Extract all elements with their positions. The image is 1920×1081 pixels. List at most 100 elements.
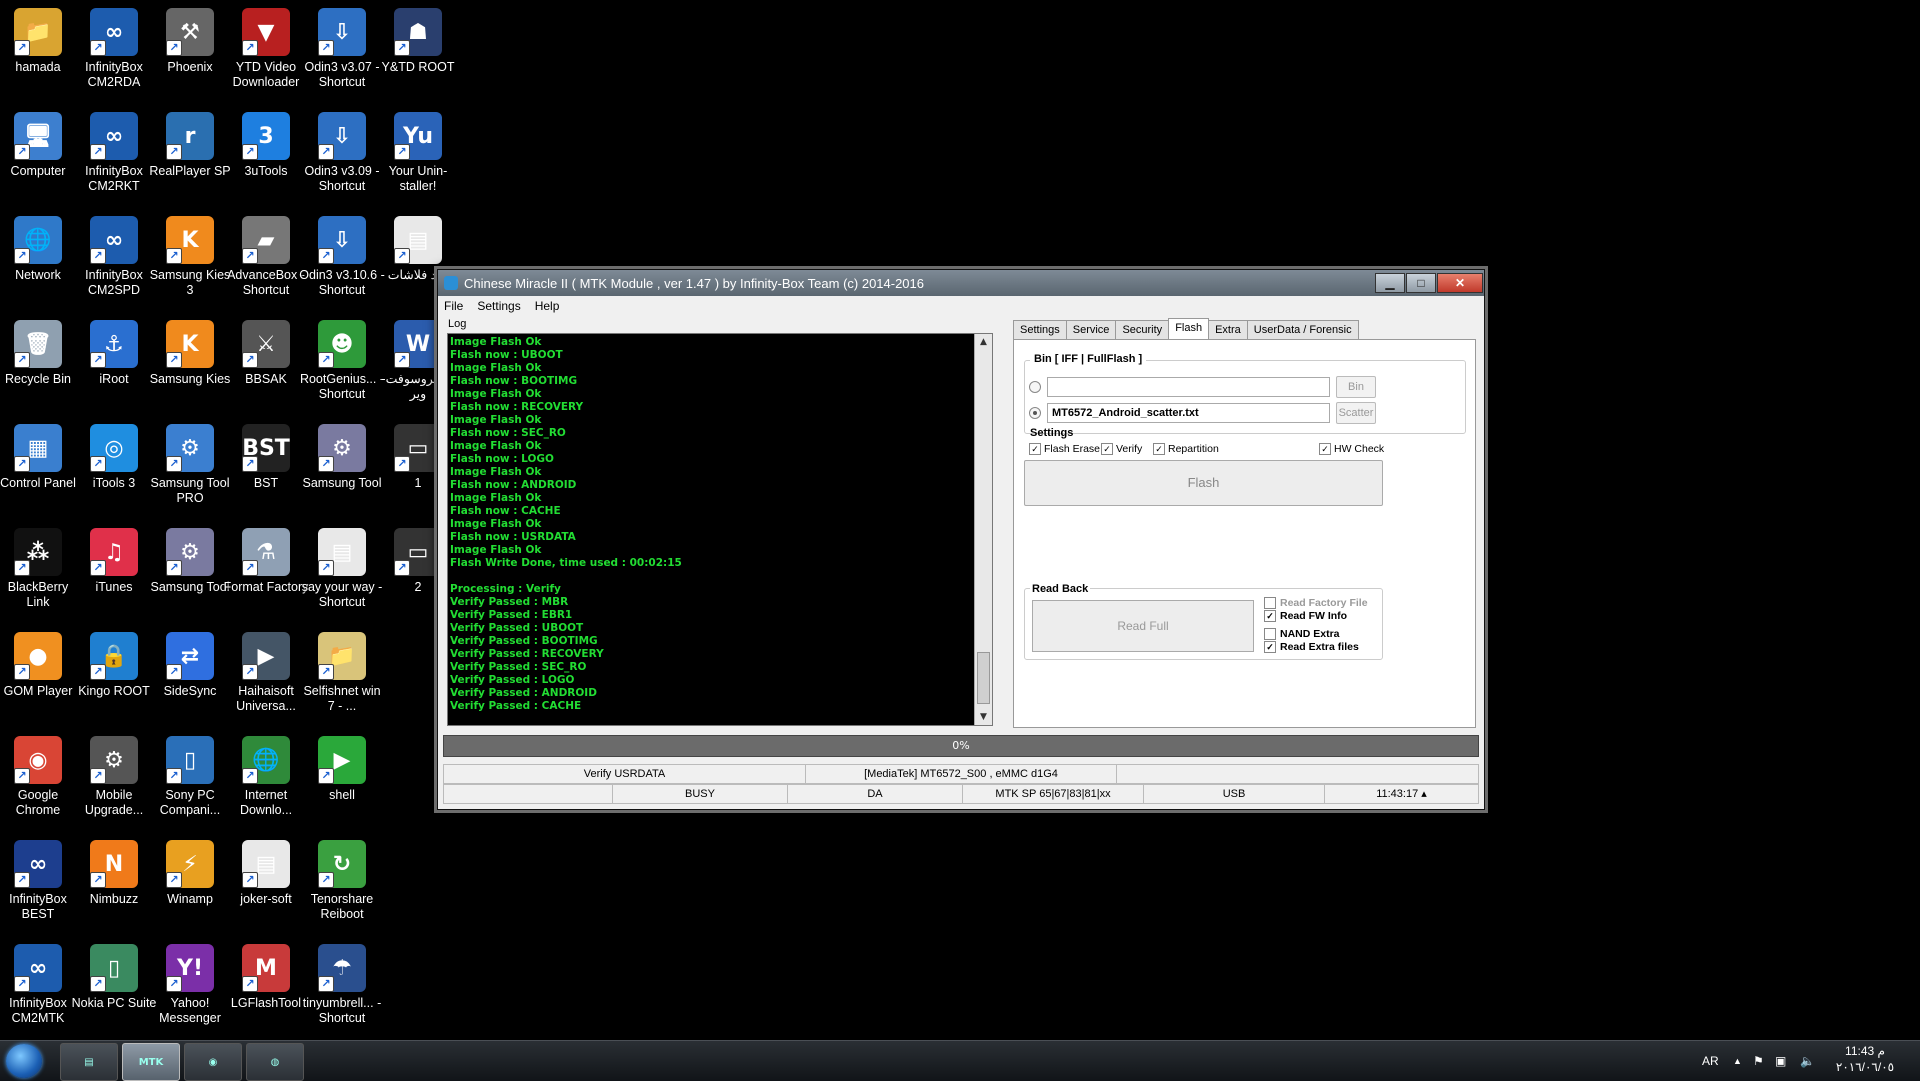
desktop-icon[interactable]: ▯ ↗ Sony PC Compani... (147, 732, 233, 832)
tab-security[interactable]: Security (1115, 320, 1170, 339)
desktop-icon[interactable]: 📁 ↗ hamada (0, 4, 81, 104)
kies-icon: K ↗ (166, 320, 214, 368)
language-indicator[interactable]: AR (1702, 1041, 1719, 1081)
desktop-icon[interactable]: ⚙ ↗ Samsung Tool (147, 524, 233, 624)
read-factory-file-checkbox[interactable]: Read Factory File (1264, 597, 1368, 609)
tab-flash[interactable]: Flash (1168, 318, 1210, 341)
minimize-button[interactable]: ▁ (1375, 273, 1405, 293)
desktop-icon[interactable]: ⇩ ↗ Odin3 v3.10.6 - Shortcut (299, 212, 385, 312)
desktop-icon[interactable]: 🔒 ↗ Kingo ROOT (71, 628, 157, 728)
tab-service[interactable]: Service (1065, 320, 1117, 339)
desktop-icon[interactable]: ◎ ↗ iTools 3 (71, 420, 157, 520)
start-button[interactable] (6, 1044, 42, 1078)
nand-extra-checkbox[interactable]: NAND Extra (1264, 628, 1340, 640)
desktop-icon[interactable]: M ↗ LGFlashTool (223, 940, 309, 1040)
desktop-icon[interactable]: ⚔ ↗ BBSAK (223, 316, 309, 416)
desktop-icon[interactable]: ☂ ↗ tinyumbrell... - Shortcut (299, 940, 385, 1040)
desktop-icon[interactable]: ▼ ↗ YTD Video Downloader (223, 4, 309, 104)
desktop-icon[interactable]: ↻ ↗ Tenorshare Reiboot (299, 836, 385, 936)
desktop-icon[interactable]: ⚙ ↗ Samsung Tool (299, 420, 385, 520)
desktop-icon[interactable]: ● ↗ GOM Player (0, 628, 81, 728)
desktop-icon[interactable]: BST ↗ BST (223, 420, 309, 520)
read-extra-files-checkbox[interactable]: ✓ Read Extra files (1264, 641, 1359, 653)
maximize-button[interactable]: □ (1406, 273, 1436, 293)
desktop-icon[interactable]: Yu ↗ Your Unin-staller! (375, 108, 461, 208)
desktop-icon[interactable]: ☻ ↗ RootGenius... - Shortcut (299, 316, 385, 416)
scatter-path-field[interactable]: MT6572_Android_scatter.txt (1047, 403, 1330, 423)
show-hidden-icons-icon[interactable]: ▲ (1733, 1041, 1742, 1081)
desktop-icon[interactable]: ⇩ ↗ Odin3 v3.09 - Shortcut (299, 108, 385, 208)
nimbuzz-icon: N ↗ (90, 840, 138, 888)
read-fw-info-checkbox[interactable]: ✓ Read FW Info (1264, 610, 1347, 622)
taskbar-app-mtk[interactable]: MTK (122, 1043, 180, 1081)
scatter-radio[interactable] (1029, 407, 1041, 419)
hw-check-checkbox[interactable]: ✓ HW Check (1319, 443, 1384, 455)
read-full-button[interactable]: Read Full (1032, 600, 1254, 652)
flash-erase-checkbox[interactable]: ✓ Flash Erase (1029, 443, 1100, 455)
title-bar[interactable]: Chinese Miracle II ( MTK Module , ver 1.… (438, 270, 1484, 296)
desktop-icon[interactable]: ▦ ↗ Control Panel (0, 420, 81, 520)
taskbar-app-1[interactable]: ▤ (60, 1043, 118, 1081)
desktop-icon[interactable]: ⚓ ↗ iRoot (71, 316, 157, 416)
desktop-icon[interactable]: ☗ ↗ Y&TD ROOT (375, 4, 461, 104)
desktop-icon[interactable]: ∞ ↗ InfinityBox CM2MTK (0, 940, 81, 1040)
verify-checkbox[interactable]: ✓ Verify (1101, 443, 1142, 455)
desktop-icon[interactable]: 🖥 ↗ Computer (0, 108, 81, 208)
log-scrollbar[interactable]: ▲ ▼ (974, 334, 992, 725)
tab-settings[interactable]: Settings (1013, 320, 1067, 339)
desktop-icon[interactable]: K ↗ Samsung Kies (147, 316, 233, 416)
desktop-icon[interactable]: ▤ ↗ say your way - Shortcut (299, 524, 385, 624)
desktop-icon[interactable]: ⚙ ↗ Mobile Upgrade... (71, 732, 157, 832)
desktop-icon[interactable]: 🌐 ↗ Network (0, 212, 81, 312)
desktop-icon[interactable]: 🌐 ↗ Internet Downlo... (223, 732, 309, 832)
desktop-icon[interactable]: ∞ ↗ InfinityBox CM2RKT (71, 108, 157, 208)
desktop-icon[interactable]: N ↗ Nimbuzz (71, 836, 157, 936)
desktop-icon[interactable]: ▶ ↗ shell (299, 732, 385, 832)
taskbar-app-3[interactable]: ◉ (184, 1043, 242, 1081)
desktop-icon[interactable]: 3 ↗ 3uTools (223, 108, 309, 208)
action-center-flag-icon[interactable]: ⚑ (1753, 1041, 1764, 1081)
clock[interactable]: 11:43 م ٢٠١٦/٠٦/٠٥ (1825, 1043, 1905, 1075)
network-tray-icon[interactable]: ▣ (1775, 1041, 1786, 1081)
desktop-icon[interactable]: ⇩ ↗ Odin3 v3.07 - Shortcut (299, 4, 385, 104)
desktop-icon[interactable]: ⚒ ↗ Phoenix (147, 4, 233, 104)
log-panel[interactable]: Image Flash Ok Flash now : UBOOT Image Fla… (447, 333, 993, 726)
desktop-icon[interactable]: ⚙ ↗ Samsung Tool PRO (147, 420, 233, 520)
menu-help[interactable]: Help (535, 299, 560, 313)
desktop-icon[interactable]: ⁂ ↗ BlackBerry Link (0, 524, 81, 624)
desktop-icon[interactable]: ♫ ↗ iTunes (71, 524, 157, 624)
desktop-icon[interactable]: Y! ↗ Yahoo! Messenger (147, 940, 233, 1040)
flash-button[interactable]: Flash (1024, 460, 1383, 506)
desktop-icon[interactable]: 🗑 ↗ Recycle Bin (0, 316, 81, 416)
scroll-thumb[interactable] (977, 652, 990, 704)
desktop-icon[interactable]: ⚗ ↗ Format Factory (223, 524, 309, 624)
volume-icon[interactable]: 🔈 (1800, 1041, 1815, 1081)
close-button[interactable]: ✕ (1437, 273, 1483, 293)
scatter-button[interactable]: Scatter (1336, 402, 1376, 424)
desktop-icon[interactable]: K ↗ Samsung Kies 3 (147, 212, 233, 312)
menu-settings[interactable]: Settings (477, 299, 520, 313)
tab-extra[interactable]: Extra (1208, 320, 1248, 339)
shortcut-arrow-icon: ↗ (166, 872, 182, 888)
desktop-icon[interactable]: 📁 ↗ Selfishnet win 7 - ... (299, 628, 385, 728)
scroll-down-icon[interactable]: ▼ (975, 709, 992, 725)
bin-path-field[interactable] (1047, 377, 1330, 397)
desktop-icon[interactable]: ∞ ↗ InfinityBox CM2RDA (71, 4, 157, 104)
taskbar-app-4[interactable]: ◍ (246, 1043, 304, 1081)
desktop-icon[interactable]: ▤ ↗ joker-soft (223, 836, 309, 936)
desktop-icon[interactable]: ∞ ↗ InfinityBox CM2SPD (71, 212, 157, 312)
desktop-icon[interactable]: ⚡ ↗ Winamp (147, 836, 233, 936)
repartition-checkbox[interactable]: ✓ Repartition (1153, 443, 1219, 455)
desktop-icon[interactable]: ▰ ↗ AdvanceBox - Shortcut (223, 212, 309, 312)
desktop-icon[interactable]: ∞ ↗ InfinityBox BEST (0, 836, 81, 936)
bin-button[interactable]: Bin (1336, 376, 1376, 398)
bin-radio[interactable] (1029, 381, 1041, 393)
desktop-icon[interactable]: ⇄ ↗ SideSync (147, 628, 233, 728)
desktop-icon[interactable]: ◉ ↗ Google Chrome (0, 732, 81, 832)
desktop-icon[interactable]: r ↗ RealPlayer SP (147, 108, 233, 208)
tab-userdata-forensic[interactable]: UserData / Forensic (1246, 320, 1359, 339)
desktop-icon[interactable]: ▶ ↗ Haihaisoft Universa... (223, 628, 309, 728)
menu-file[interactable]: File (444, 299, 463, 313)
desktop-icon[interactable]: ▯ ↗ Nokia PC Suite (71, 940, 157, 1040)
scroll-up-icon[interactable]: ▲ (975, 334, 992, 350)
